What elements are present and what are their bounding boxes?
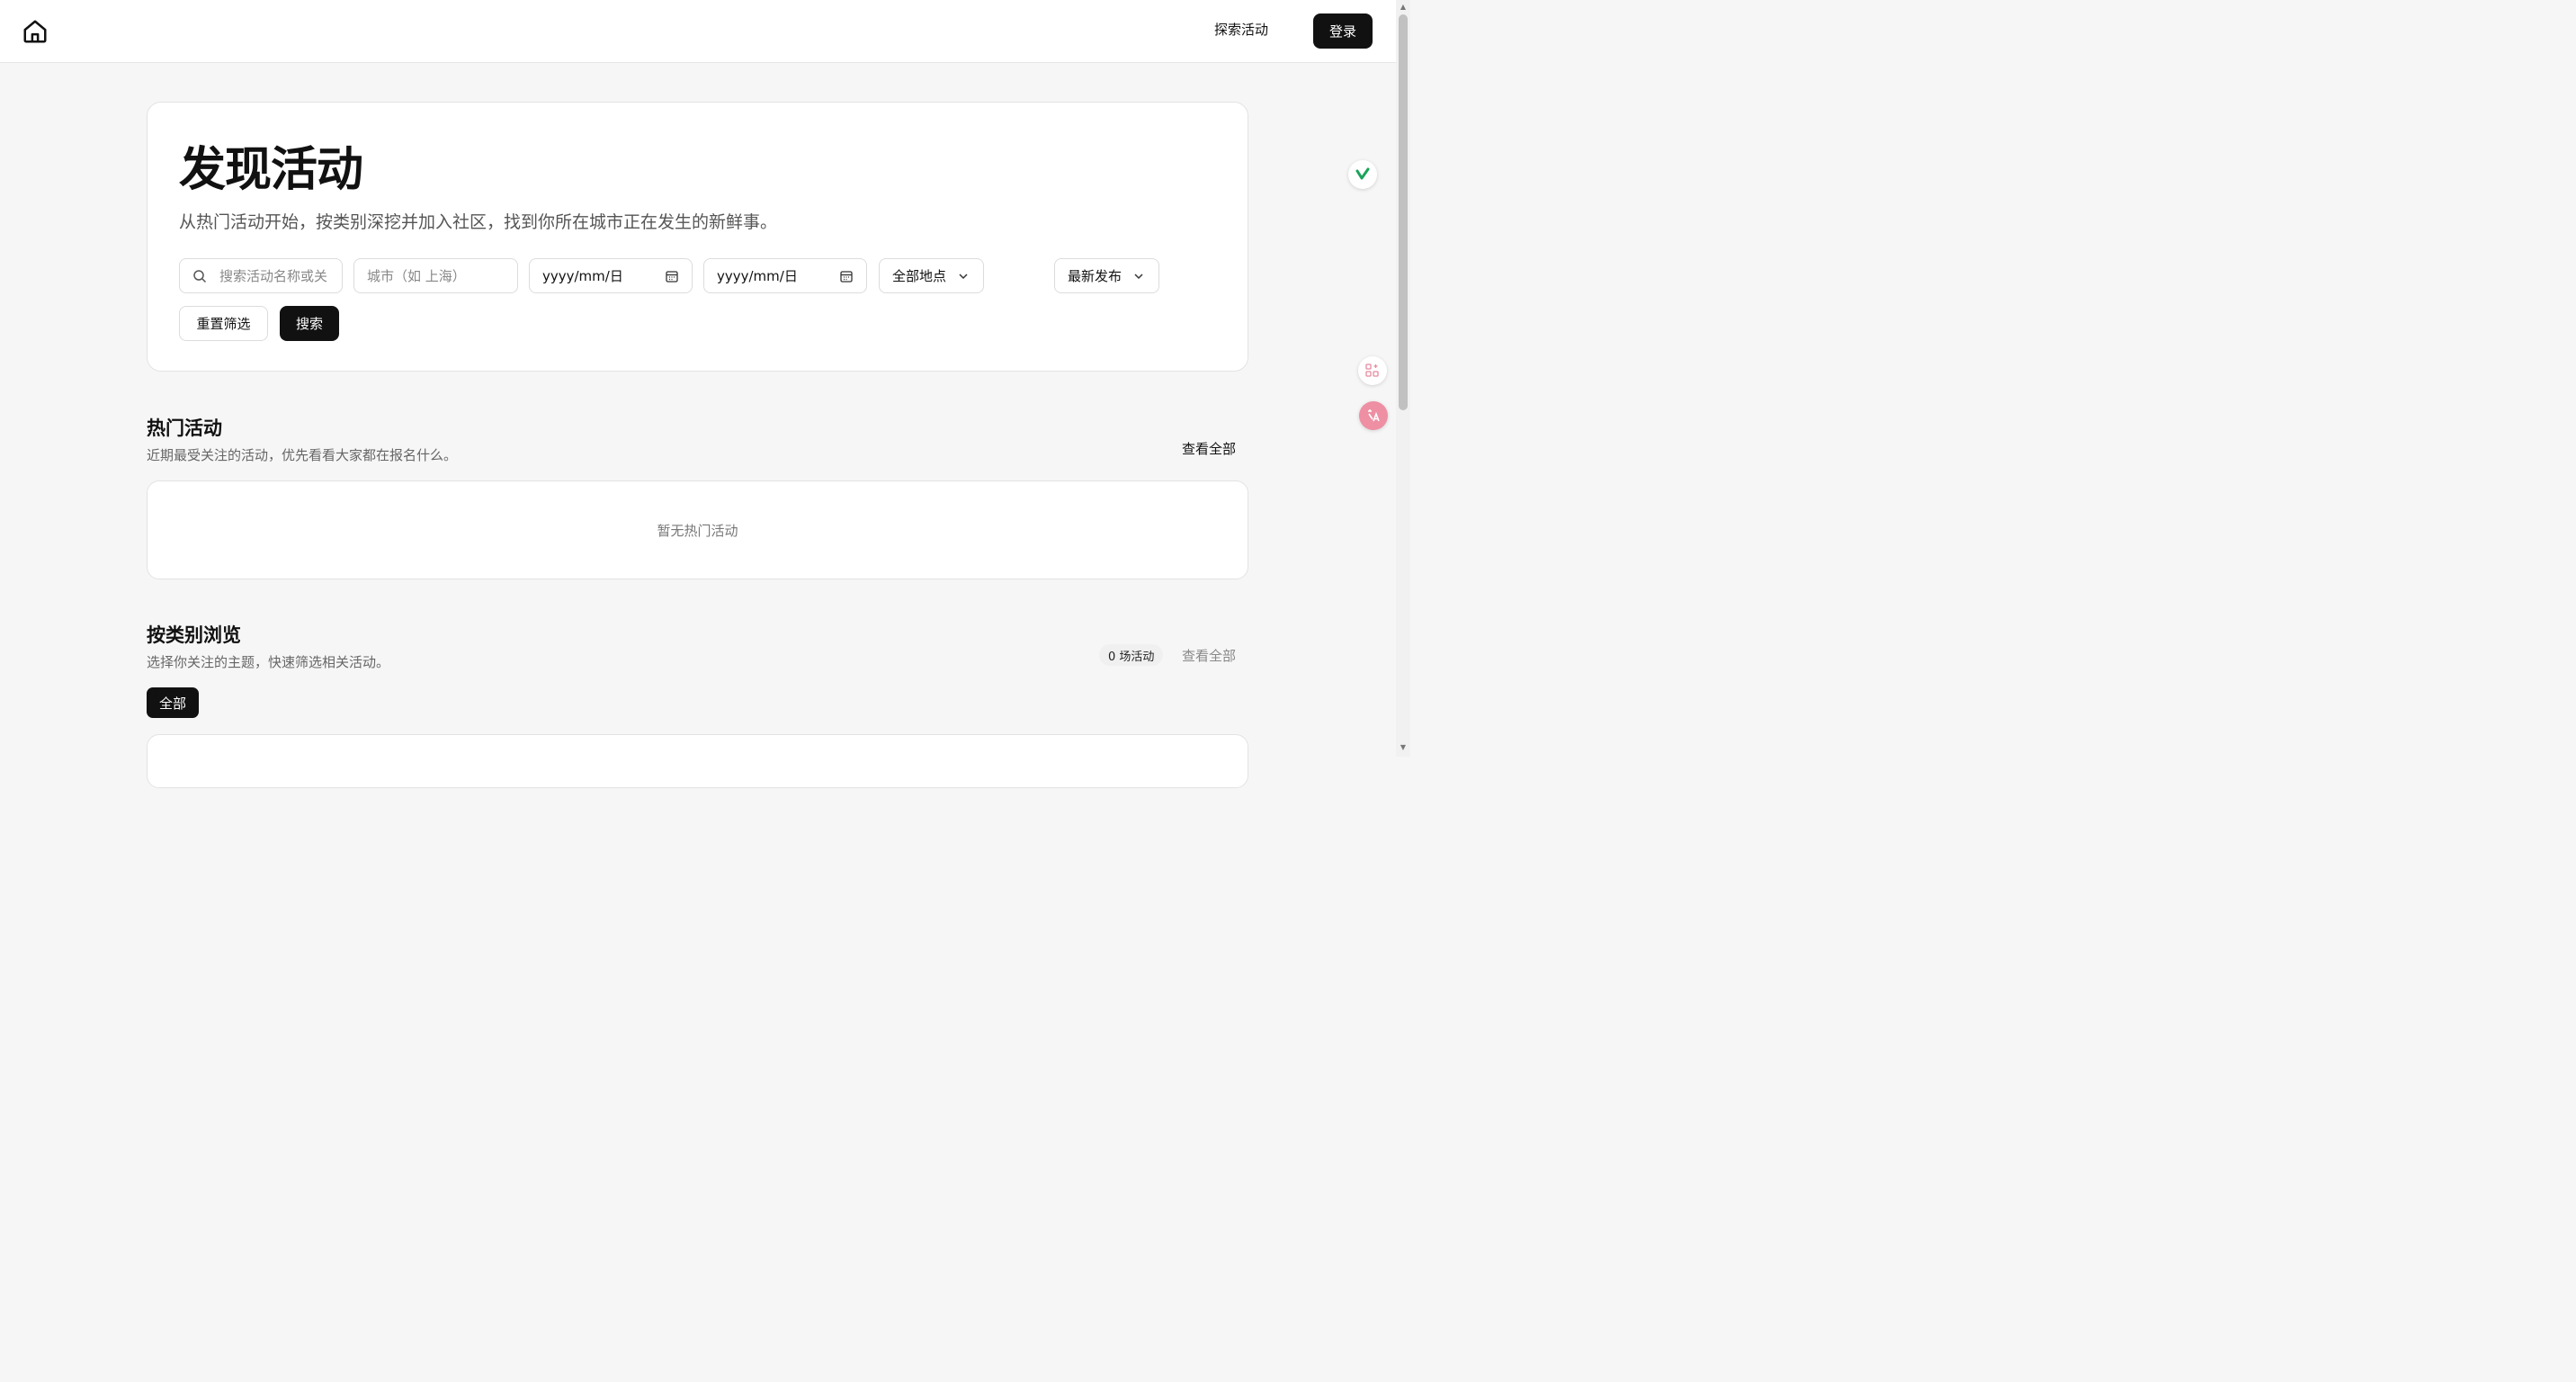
translate-icon[interactable] (1359, 401, 1388, 430)
start-date-input[interactable]: yyyy/mm/日 (529, 258, 693, 293)
apps-sparkle-icon[interactable] (1358, 356, 1387, 385)
sort-select-value: 最新发布 (1068, 268, 1123, 284)
calendar-icon[interactable] (839, 269, 854, 283)
scroll-down-arrow-icon[interactable]: ▼ (1399, 743, 1408, 752)
search-button[interactable]: 搜索 (280, 306, 339, 341)
hot-section-title: 热门活动 (147, 417, 222, 439)
scrollbar-thumb[interactable] (1399, 14, 1408, 410)
reset-filters-button[interactable]: 重置筛选 (179, 306, 268, 341)
location-select-value: 全部地点 (892, 268, 947, 284)
hot-section-subtitle: 近期最受关注的活动，优先看看大家都在报名什么。 (147, 447, 458, 463)
end-date-value: yyyy/mm/日 (717, 268, 798, 284)
scroll-up-arrow-icon[interactable]: ▲ (1399, 3, 1408, 12)
hot-view-all-link[interactable]: 查看全部 (1182, 439, 1236, 458)
nav-explore-link[interactable]: 探索活动 (1214, 20, 1268, 39)
search-placeholder: 搜索活动名称或关 (219, 268, 328, 284)
category-chip-all[interactable]: 全部 (147, 687, 199, 718)
city-input[interactable]: 城市（如 上海） (353, 258, 518, 293)
categories-view-all-link[interactable]: 查看全部 (1182, 646, 1236, 665)
home-icon[interactable] (22, 18, 49, 45)
login-button[interactable]: 登录 (1313, 13, 1373, 49)
sort-select[interactable]: 最新发布 (1054, 258, 1159, 293)
search-input[interactable]: 搜索活动名称或关 (179, 258, 343, 293)
category-results-card (147, 734, 1248, 788)
search-icon (192, 269, 207, 283)
calendar-icon[interactable] (665, 269, 679, 283)
location-select[interactable]: 全部地点 (879, 258, 984, 293)
extension-check-icon[interactable] (1348, 160, 1377, 189)
page-title: 发现活动 (179, 143, 363, 197)
activity-count-badge: 0 场活动 (1099, 644, 1164, 666)
chevron-down-icon (1131, 269, 1146, 283)
top-navigation-bar: 探索活动 登录 (0, 0, 1396, 63)
city-placeholder: 城市（如 上海） (367, 268, 466, 284)
chevron-down-icon (956, 269, 970, 283)
hot-empty-state: 暂无热门活动 (147, 480, 1248, 579)
page-subtitle: 从热门活动开始，按类别深挖并加入社区，找到你所在城市正在发生的新鲜事。 (179, 212, 778, 232)
categories-section-subtitle: 选择你关注的主题，快速筛选相关活动。 (147, 654, 390, 670)
empty-state-text: 暂无热门活动 (657, 522, 738, 539)
categories-section-title: 按类别浏览 (147, 624, 241, 646)
hero-card: 发现活动 从热门活动开始，按类别深挖并加入社区，找到你所在城市正在发生的新鲜事。… (147, 102, 1248, 372)
end-date-input[interactable]: yyyy/mm/日 (703, 258, 867, 293)
start-date-value: yyyy/mm/日 (542, 268, 623, 284)
